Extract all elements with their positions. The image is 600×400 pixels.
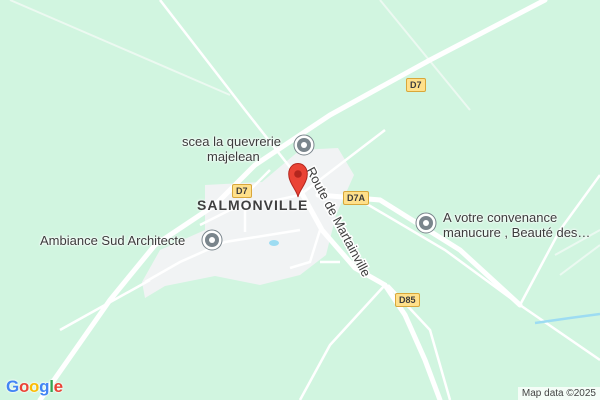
poi-label-convenance-line1[interactable]: A votre convenance: [443, 210, 557, 225]
poi-circle-icon[interactable]: [415, 212, 437, 234]
route-shield-d85: D85: [395, 293, 420, 307]
route-shield-d7a: D7A: [343, 191, 370, 205]
red-pin-icon[interactable]: [286, 162, 310, 198]
poi-label-scea-line1[interactable]: scea la quevrerie: [182, 134, 281, 149]
map-attribution[interactable]: Map data ©2025: [517, 387, 600, 400]
poi-label-ambiance[interactable]: Ambiance Sud Architecte: [40, 233, 185, 248]
poi-circle-icon[interactable]: [293, 134, 315, 156]
pond: [269, 240, 279, 246]
town-label: SALMONVILLE: [197, 197, 309, 213]
google-logo[interactable]: Google: [6, 377, 63, 397]
poi-label-scea-line2[interactable]: majelean: [207, 149, 260, 164]
route-shield-d7: D7: [406, 78, 426, 92]
stream: [534, 312, 600, 325]
route-shield-d7: D7: [232, 184, 252, 198]
map-view[interactable]: Route de Martainville D7 D7 D7A D85 SALM…: [0, 0, 600, 400]
poi-circle-icon[interactable]: [201, 229, 223, 251]
poi-label-convenance-line2[interactable]: manucure , Beauté des…: [443, 225, 590, 240]
